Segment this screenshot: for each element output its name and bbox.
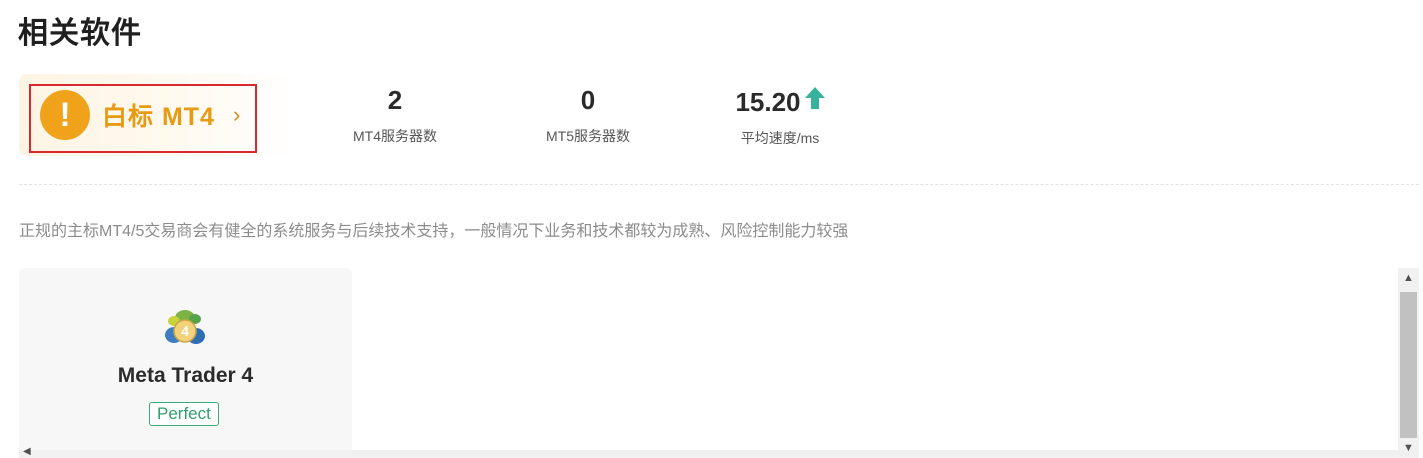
stat-label: MT5服务器数 <box>546 128 630 144</box>
stat-value: 0 <box>580 85 596 115</box>
scroll-left-button[interactable]: ◀ <box>23 446 31 457</box>
warning-icon: ! <box>40 90 90 140</box>
stat-avg-speed: 15.20 平均速度/ms <box>715 85 845 148</box>
license-label: 白标 MT4 <box>102 103 215 131</box>
chevron-right-icon: › <box>233 102 241 127</box>
vertical-scrollbar[interactable]: ▲ ▼ <box>1398 268 1419 458</box>
stat-mt4-servers: 2 MT4服务器数 <box>335 85 455 146</box>
stat-value: 15.20 <box>735 87 801 117</box>
license-type-button[interactable]: ! 白标 MT4 › <box>29 84 257 153</box>
software-name: Meta Trader 4 <box>117 364 254 387</box>
scroll-up-button[interactable]: ▲ <box>1398 268 1419 288</box>
horizontal-scrollbar[interactable]: ◀ <box>19 446 1398 458</box>
arrow-up-icon <box>804 85 825 115</box>
section-title: 相关软件 <box>18 17 142 50</box>
stat-value: 2 <box>387 85 403 115</box>
svg-text:4: 4 <box>181 323 189 339</box>
mt4-logo-icon: 4 <box>162 305 208 351</box>
stat-label: MT4服务器数 <box>353 128 437 144</box>
description-text: 正规的主标MT4/5交易商会有健全的系统服务与后续技术支持，一般情况下业务和技术… <box>19 223 849 240</box>
scrollbar-thumb[interactable] <box>1400 292 1417 438</box>
divider <box>19 184 1419 185</box>
stat-label: 平均速度/ms <box>740 130 820 146</box>
status-badge: Perfect <box>149 402 219 426</box>
stat-mt5-servers: 0 MT5服务器数 <box>528 85 648 146</box>
software-card[interactable]: 4 Meta Trader 4 Perfect <box>19 268 352 458</box>
scroll-down-button[interactable]: ▼ <box>1398 438 1419 458</box>
